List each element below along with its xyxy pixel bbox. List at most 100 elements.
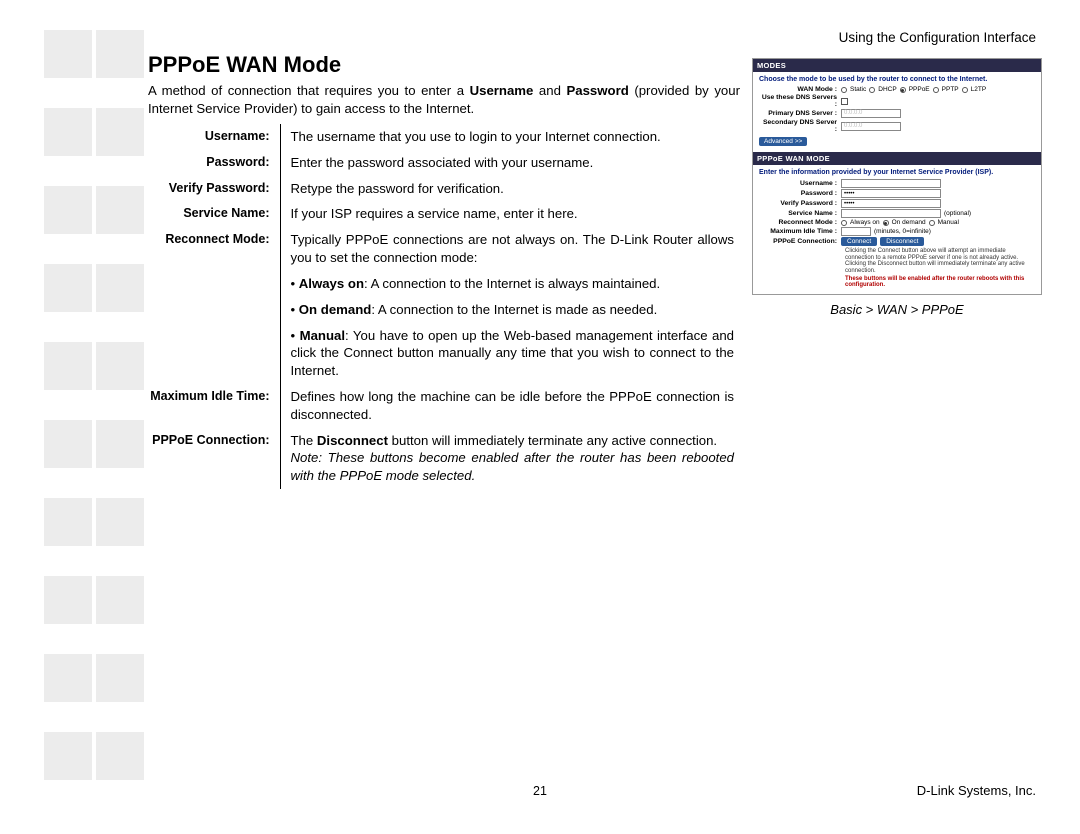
modes-bar: MODES bbox=[753, 59, 1041, 72]
pdns-input[interactable]: 0.0.0.0 bbox=[841, 109, 901, 118]
deco-square bbox=[44, 576, 92, 624]
f-svc-label: Service Name : bbox=[759, 210, 841, 217]
def-value: Retype the password for verification. bbox=[280, 176, 740, 202]
radio-manual[interactable] bbox=[929, 220, 935, 226]
bullet-text: : A connection to the Internet is always… bbox=[364, 276, 660, 291]
def-bullet: • Manual: You have to open up the Web-ba… bbox=[280, 323, 740, 384]
f-conn-label: PPPoE Connection: bbox=[759, 238, 841, 245]
deco-square bbox=[96, 186, 144, 234]
username-input[interactable] bbox=[841, 179, 941, 188]
bullet-label: Always on bbox=[299, 276, 364, 291]
def-value: Enter the password associated with your … bbox=[280, 150, 740, 176]
password-input[interactable]: ••••• bbox=[841, 189, 941, 198]
deco-square bbox=[44, 108, 92, 156]
f-user-label: Username : bbox=[759, 180, 841, 187]
disconnect-button[interactable]: Disconnect bbox=[880, 237, 924, 246]
deco-square bbox=[44, 654, 92, 702]
pppoe-instr: Enter the information provided by your I… bbox=[759, 169, 1035, 176]
use-dns-checkbox[interactable] bbox=[841, 98, 848, 105]
intro-bold: Username bbox=[470, 83, 534, 98]
connect-button[interactable]: Connect bbox=[841, 237, 877, 246]
deco-square bbox=[96, 654, 144, 702]
opt-l2tp: L2TP bbox=[971, 86, 987, 93]
svc-hint: (optional) bbox=[944, 210, 971, 217]
opt-static: Static bbox=[850, 86, 866, 93]
idle-hint: (minutes, 0=infinite) bbox=[874, 228, 931, 235]
wan-mode-options: Static DHCP PPPoE PPTP L2TP bbox=[841, 86, 1035, 93]
opt-manual: Manual bbox=[938, 219, 959, 226]
deco-square bbox=[44, 498, 92, 546]
intro-part: A method of connection that requires you… bbox=[148, 83, 470, 98]
f-idle-label: Maximum Idle Time : bbox=[759, 228, 841, 235]
modes-panel: Choose the mode to be used by the router… bbox=[753, 72, 1041, 152]
sdns-input[interactable]: 0.0.0.0 bbox=[841, 122, 901, 131]
opt-always: Always on bbox=[850, 219, 880, 226]
def-value: The Disconnect button will immediately t… bbox=[280, 428, 740, 489]
pdns-label: Primary DNS Server : bbox=[759, 110, 841, 117]
radio-dhcp[interactable] bbox=[869, 87, 875, 93]
shot-footnote: Clicking the Connect button above will a… bbox=[845, 248, 1035, 274]
page-title: PPPoE WAN Mode bbox=[148, 52, 341, 78]
bullet-text: : A connection to the Internet is made a… bbox=[371, 302, 657, 317]
bullet-text: : You have to open up the Web-based mana… bbox=[291, 328, 735, 379]
opt-dhcp: DHCP bbox=[878, 86, 896, 93]
wan-mode-label: WAN Mode : bbox=[759, 86, 841, 93]
header-section: Using the Configuration Interface bbox=[839, 30, 1036, 45]
conn-note: Note: These buttons become enabled after… bbox=[291, 450, 735, 483]
intro-text: A method of connection that requires you… bbox=[148, 82, 740, 118]
def-bullet: • Always on: A connection to the Interne… bbox=[280, 271, 740, 297]
def-value: The username that you use to login to yo… bbox=[280, 124, 740, 150]
screenshot-caption: Basic > WAN > PPPoE bbox=[752, 302, 1042, 317]
def-label: Password: bbox=[148, 150, 280, 176]
f-vpass-label: Verify Password : bbox=[759, 200, 841, 207]
deco-square bbox=[96, 576, 144, 624]
radio-pptp[interactable] bbox=[933, 87, 939, 93]
deco-square bbox=[96, 108, 144, 156]
modes-instr: Choose the mode to be used by the router… bbox=[759, 76, 1035, 83]
opt-ondemand: On demand bbox=[892, 219, 926, 226]
radio-pppoe[interactable] bbox=[900, 87, 906, 93]
intro-part: and bbox=[533, 83, 566, 98]
advanced-button[interactable]: Advanced >> bbox=[759, 137, 807, 146]
def-label: Service Name: bbox=[148, 201, 280, 227]
def-label: PPPoE Connection: bbox=[148, 428, 280, 489]
def-value: Defines how long the machine can be idle… bbox=[280, 384, 740, 428]
def-label: Reconnect Mode: bbox=[148, 227, 280, 271]
deco-square bbox=[44, 264, 92, 312]
deco-square bbox=[96, 420, 144, 468]
deco-square bbox=[96, 30, 144, 78]
verify-password-input[interactable]: ••••• bbox=[841, 199, 941, 208]
def-label-empty bbox=[148, 297, 280, 323]
sdns-label: Secondary DNS Server : bbox=[759, 119, 841, 133]
def-value: If your ISP requires a service name, ent… bbox=[280, 201, 740, 227]
deco-square bbox=[44, 186, 92, 234]
conn-text: The bbox=[291, 433, 317, 448]
deco-square bbox=[44, 30, 92, 78]
bullet-label: Manual bbox=[300, 328, 345, 343]
opt-pptp: PPTP bbox=[942, 86, 959, 93]
pppoe-bar: PPPoE WAN MODE bbox=[753, 152, 1041, 165]
radio-on-demand[interactable] bbox=[883, 220, 889, 226]
definition-table: Username: The username that you use to l… bbox=[148, 124, 740, 489]
shot-warning: These buttons will be enabled after the … bbox=[845, 276, 1035, 288]
f-reconnect-label: Reconnect Mode : bbox=[759, 219, 841, 226]
opt-pppoe: PPPoE bbox=[909, 86, 930, 93]
pppoe-panel: Enter the information provided by your I… bbox=[753, 165, 1041, 294]
def-label-empty bbox=[148, 271, 280, 297]
deco-square bbox=[44, 342, 92, 390]
deco-square bbox=[96, 342, 144, 390]
bullet-label: On demand bbox=[299, 302, 372, 317]
idle-input[interactable] bbox=[841, 227, 871, 236]
def-value: Typically PPPoE connections are not alwa… bbox=[280, 227, 740, 271]
page: Using the Configuration Interface PPPoE … bbox=[0, 0, 1080, 834]
intro-bold: Password bbox=[566, 83, 628, 98]
deco-square bbox=[96, 732, 144, 780]
radio-static[interactable] bbox=[841, 87, 847, 93]
deco-square bbox=[44, 420, 92, 468]
f-pass-label: Password : bbox=[759, 190, 841, 197]
radio-always-on[interactable] bbox=[841, 220, 847, 226]
use-dns-label: Use these DNS Servers : bbox=[759, 94, 841, 108]
service-name-input[interactable] bbox=[841, 209, 941, 218]
radio-l2tp[interactable] bbox=[962, 87, 968, 93]
def-label-empty bbox=[148, 323, 280, 384]
